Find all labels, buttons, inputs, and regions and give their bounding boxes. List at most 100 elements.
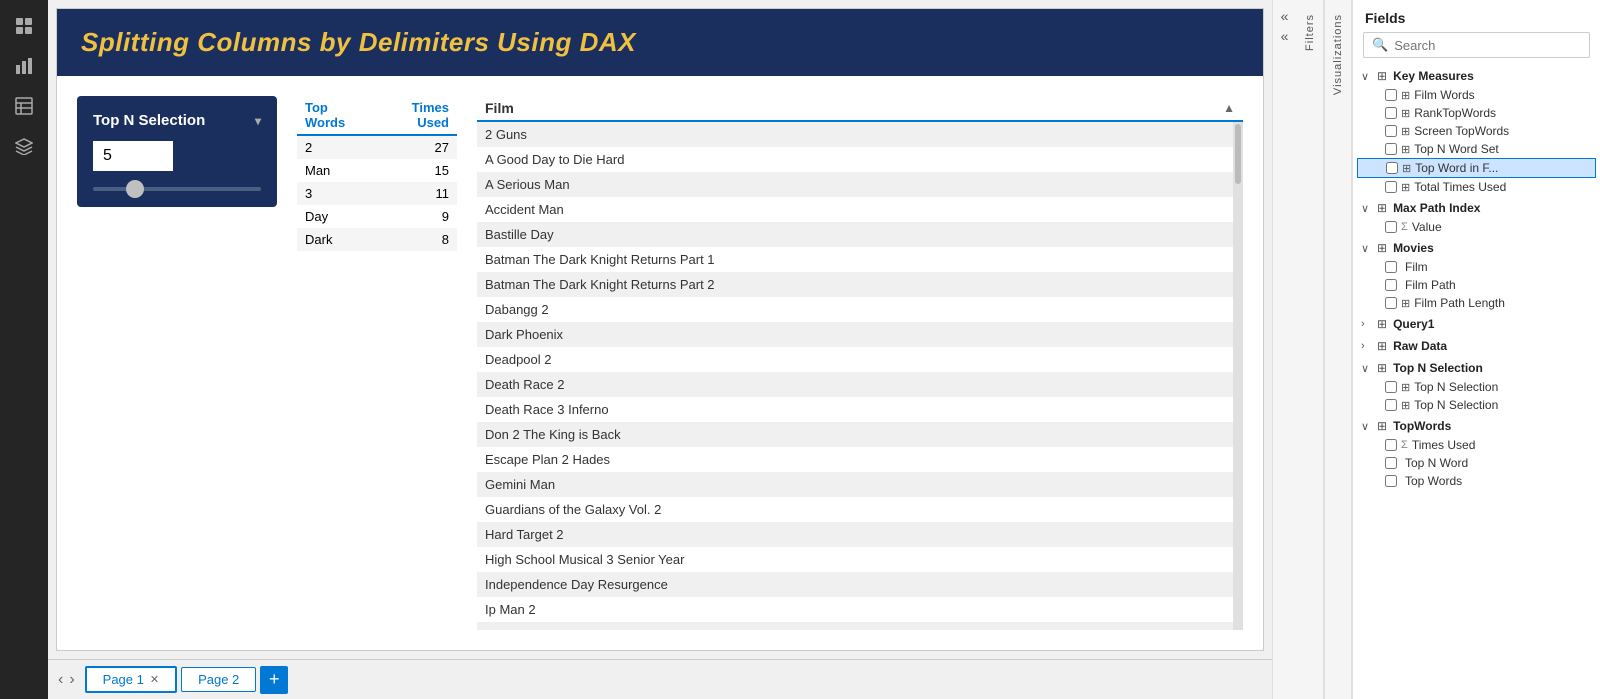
grid-icon[interactable] <box>6 8 42 44</box>
page-tab-2[interactable]: Page 2 <box>181 667 256 692</box>
field-checkbox[interactable] <box>1385 181 1397 193</box>
tree-item[interactable]: ⊞ Top N Word Set <box>1357 140 1596 158</box>
list-item[interactable]: Batman The Dark Knight Returns Part 1 <box>477 247 1233 272</box>
search-input[interactable] <box>1394 38 1581 53</box>
list-item[interactable]: Ip Man 2 <box>477 597 1233 622</box>
list-item[interactable]: Hard Target 2 <box>477 522 1233 547</box>
field-checkbox[interactable] <box>1385 279 1397 291</box>
tree-item-label: Value <box>1412 220 1592 234</box>
list-item[interactable]: Don 2 The King is Back <box>477 422 1233 447</box>
tree-item[interactable]: Film Path <box>1357 276 1596 294</box>
field-table-icon: ⊞ <box>1402 162 1411 175</box>
next-page-arrow[interactable]: › <box>67 671 76 689</box>
list-item[interactable]: Escape Plan 2 Hades <box>477 447 1233 472</box>
list-item[interactable]: Dark Phoenix <box>477 322 1233 347</box>
tree-item[interactable]: ⊞ Top N Selection <box>1357 378 1596 396</box>
word-cell: Dark <box>297 228 375 251</box>
page-tabs: ‹ › Page 1 ✕ Page 2 + <box>48 659 1272 699</box>
tree-group-header[interactable]: ∨ ⊞ Movies <box>1357 238 1596 258</box>
list-item[interactable]: Deadpool 2 <box>477 347 1233 372</box>
page-tab-1[interactable]: Page 1 ✕ <box>85 666 177 693</box>
top-n-value-input[interactable]: 5 <box>93 141 173 171</box>
list-item[interactable]: Batman The Dark Knight Returns Part 2 <box>477 272 1233 297</box>
tree-item[interactable]: ⊞ Top Word in F... <box>1357 158 1596 178</box>
card-header: Top N Selection ▾ <box>93 112 261 129</box>
fields-search-box[interactable]: 🔍 <box>1363 32 1590 58</box>
tree-group-header[interactable]: ∨ ⊞ Max Path Index <box>1357 198 1596 218</box>
field-checkbox[interactable] <box>1385 143 1397 155</box>
fields-panel-inner: Fields 🔍 ∨ ⊞ Key Measures ⊞ Film Words ⊞… <box>1353 0 1600 699</box>
field-table-icon: ⊞ <box>1401 399 1410 412</box>
field-checkbox[interactable] <box>1385 107 1397 119</box>
field-checkbox[interactable] <box>1385 381 1397 393</box>
tree-item[interactable]: Σ Times Used <box>1357 436 1596 454</box>
add-page-button[interactable]: + <box>260 666 288 694</box>
collapse-right-icon[interactable]: « <box>1281 28 1289 44</box>
list-item[interactable]: Death Race 2 <box>477 372 1233 397</box>
list-item[interactable]: 2 Guns <box>477 122 1233 147</box>
collapse-left-icon[interactable]: « <box>1281 8 1289 24</box>
list-item[interactable]: Guardians of the Galaxy Vol. 2 <box>477 497 1233 522</box>
field-checkbox[interactable] <box>1385 439 1397 451</box>
field-checkbox[interactable] <box>1385 457 1397 469</box>
list-item[interactable]: A Serious Man <box>477 172 1233 197</box>
group-table-icon: ⊞ <box>1377 69 1387 83</box>
tree-group-header[interactable]: ∨ ⊞ Key Measures <box>1357 66 1596 86</box>
field-checkbox[interactable] <box>1385 89 1397 101</box>
film-col-header: Film <box>485 100 514 116</box>
tree-item-label: Film Words <box>1414 88 1592 102</box>
slider-thumb[interactable] <box>126 180 144 198</box>
tree-item-label: Top Word in F... <box>1415 161 1591 175</box>
list-item[interactable]: Gemini Man <box>477 472 1233 497</box>
tree-group: ∨ ⊞ TopWords Σ Times Used Top N Word Top… <box>1357 416 1596 490</box>
tree-item[interactable]: ⊞ Film Words <box>1357 86 1596 104</box>
tree-group-header[interactable]: ∨ ⊞ TopWords <box>1357 416 1596 436</box>
field-checkbox[interactable] <box>1385 399 1397 411</box>
tree-group-header[interactable]: ∨ ⊞ Top N Selection <box>1357 358 1596 378</box>
table-icon[interactable] <box>6 88 42 124</box>
field-checkbox[interactable] <box>1385 125 1397 137</box>
list-item[interactable]: Death Race 3 Inferno <box>477 397 1233 422</box>
tree-item[interactable]: ⊞ Top N Selection <box>1357 396 1596 414</box>
tree-item[interactable]: Top N Word <box>1357 454 1596 472</box>
field-checkbox[interactable] <box>1385 261 1397 273</box>
page-1-close-icon[interactable]: ✕ <box>150 673 159 686</box>
tree-item[interactable]: ⊞ RankTopWords <box>1357 104 1596 122</box>
list-item[interactable]: Accident Man <box>477 197 1233 222</box>
visualizations-label: Visualizations <box>1332 14 1344 95</box>
list-item[interactable]: Bastille Day <box>477 222 1233 247</box>
fields-tree: ∨ ⊞ Key Measures ⊞ Film Words ⊞ RankTopW… <box>1353 66 1600 699</box>
tree-group-label: Key Measures <box>1393 69 1592 83</box>
report-header: Splitting Columns by Delimiters Using DA… <box>57 9 1263 76</box>
tree-item[interactable]: Top Words <box>1357 472 1596 490</box>
top-words-col-header[interactable]: Top Words <box>297 96 375 135</box>
list-item[interactable]: A Good Day to Die Hard <box>477 147 1233 172</box>
tree-item[interactable]: ⊞ Screen TopWords <box>1357 122 1596 140</box>
table-row: 311 <box>297 182 457 205</box>
tree-item[interactable]: Σ Value <box>1357 218 1596 236</box>
layers-icon[interactable] <box>6 128 42 164</box>
film-list-scrollbar[interactable] <box>1233 122 1243 630</box>
field-checkbox[interactable] <box>1385 297 1397 309</box>
tree-item[interactable]: Film <box>1357 258 1596 276</box>
chevron-down-icon[interactable]: ▾ <box>255 114 261 128</box>
prev-page-arrow[interactable]: ‹ <box>56 671 65 689</box>
tree-group-header[interactable]: › ⊞ Raw Data <box>1357 336 1596 356</box>
field-checkbox[interactable] <box>1385 221 1397 233</box>
table-row: 227 <box>297 135 457 159</box>
tree-item[interactable]: ⊞ Total Times Used <box>1357 178 1596 196</box>
bar-chart-icon[interactable] <box>6 48 42 84</box>
list-item[interactable]: High School Musical 3 Senior Year <box>477 547 1233 572</box>
field-checkbox[interactable] <box>1385 475 1397 487</box>
sort-icon[interactable]: ▲ <box>1223 101 1235 115</box>
field-checkbox[interactable] <box>1386 162 1398 174</box>
tree-item[interactable]: ⊞ Film Path Length <box>1357 294 1596 312</box>
tree-item-label: Film Path <box>1405 278 1592 292</box>
list-item[interactable]: Dabangg 2 <box>477 297 1233 322</box>
tree-group-header[interactable]: › ⊞ Query1 <box>1357 314 1596 334</box>
sigma-icon: Σ <box>1401 221 1408 233</box>
filters-strip: Filters <box>1296 0 1324 699</box>
list-item[interactable]: Ip Man 3 <box>477 622 1233 630</box>
times-used-col-header[interactable]: Times Used <box>375 96 457 135</box>
list-item[interactable]: Independence Day Resurgence <box>477 572 1233 597</box>
